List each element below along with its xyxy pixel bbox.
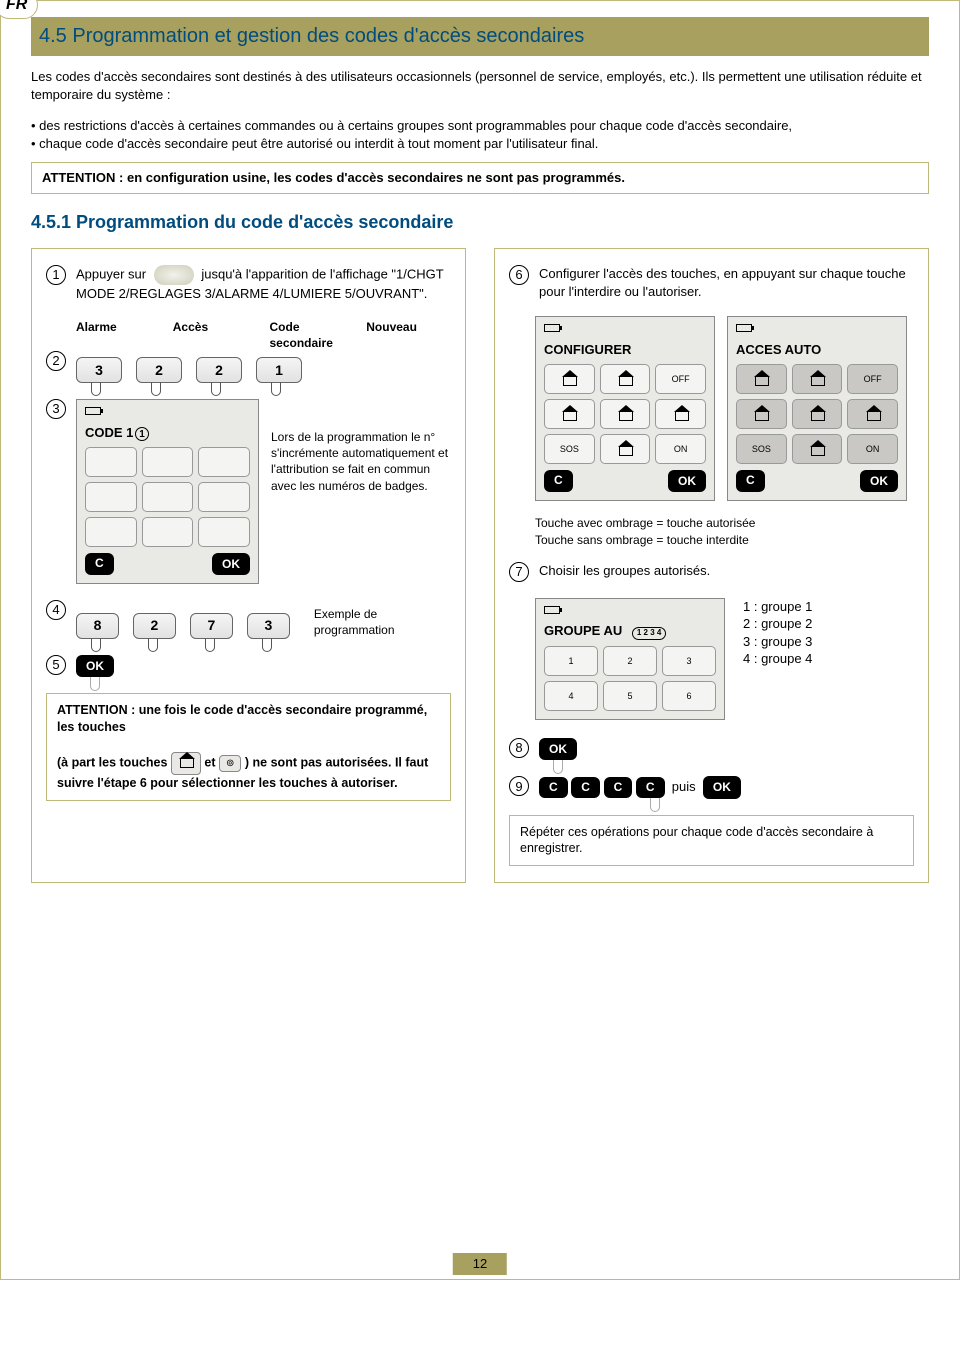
- section-title: 4.5 Programmation et gestion des codes d…: [31, 17, 929, 56]
- puis-label: puis: [672, 779, 696, 794]
- step3-note: Lors de la programmation le n° s'incréme…: [271, 429, 451, 494]
- battery-icon: [736, 324, 752, 332]
- lcd-acces-auto: ACCES AUTO OFF SOS ON C OK: [727, 316, 907, 501]
- battery-icon: [544, 324, 560, 332]
- c-button: C: [604, 777, 633, 797]
- house-q-icon: [171, 752, 201, 775]
- lcd-title: CODE 1 1: [85, 424, 250, 442]
- c-button: C: [539, 777, 568, 797]
- c-button: C: [571, 777, 600, 797]
- lcd-groupe: GROUPE AU 1 2 3 4 1 2 3 4 5 6: [535, 598, 725, 720]
- step-1: 1 Appuyer sur jusqu'à l'apparition de l'…: [46, 265, 451, 303]
- attention-box-usine: ATTENTION : en configuration usine, les …: [31, 162, 929, 194]
- keypad-key: 2: [133, 613, 176, 639]
- step7-text: Choisir les groupes autorisés.: [539, 562, 710, 582]
- lcd-c-button: C: [736, 470, 765, 492]
- step-number-5: 5: [46, 655, 66, 675]
- ok-button: OK: [76, 655, 114, 677]
- lcd-configurer: CONFIGURER OFF SOS ON C OK: [535, 316, 715, 501]
- intro-paragraph: Les codes d'accès secondaires sont desti…: [31, 68, 929, 103]
- step2-labels: Alarme Accès Code secondaire Nouveau: [76, 319, 451, 351]
- step1-text-a: Appuyer sur: [76, 266, 146, 281]
- step-9: 9 C C C C puis OK: [509, 776, 914, 798]
- step-2: 2 3 2 2 1: [46, 351, 451, 383]
- step-number-4: 4: [46, 600, 66, 620]
- sos-icon: ⊚: [219, 755, 241, 773]
- lcd-ok-button: OK: [212, 553, 250, 575]
- group-badge: 1 2 3 4: [632, 627, 666, 640]
- mode-button-illustration: [154, 265, 194, 285]
- shading-legend: Touche avec ombrage = touche autorisée T…: [535, 515, 914, 547]
- language-badge: FR: [0, 0, 38, 19]
- repeat-note-box: Répéter ces opérations pour chaque code …: [509, 815, 914, 867]
- step-3: 3 CODE 1 1 C: [46, 399, 451, 584]
- lcd-ok-button: OK: [668, 470, 706, 492]
- keypad-key: 7: [190, 613, 233, 639]
- step-number-3: 3: [46, 399, 66, 419]
- step-number-7: 7: [509, 562, 529, 582]
- keypad-key: 2: [136, 357, 182, 383]
- step-number-1: 1: [46, 265, 66, 285]
- battery-icon: [544, 606, 560, 614]
- step-5: 5 OK: [46, 655, 451, 677]
- step6-text: Configurer l'accès des touches, en appuy…: [539, 265, 914, 300]
- manual-page: FR 4.5 Programmation et gestion des code…: [0, 0, 960, 1280]
- keypad-key: 8: [76, 613, 119, 639]
- right-column: 6 Configurer l'accès des touches, en app…: [494, 248, 929, 883]
- step-number-9: 9: [509, 776, 529, 796]
- lcd-code1: CODE 1 1 C OK: [76, 399, 259, 584]
- ok-button: OK: [539, 738, 577, 760]
- ok-button: OK: [703, 776, 741, 798]
- step-8: 8 OK: [509, 738, 914, 760]
- subsection-heading: 4.5.1 Programmation du code d'accès seco…: [31, 210, 929, 234]
- intro-bullets: • des restrictions d'accès à certaines c…: [31, 117, 929, 152]
- group-legend: 1 : groupe 1 2 : groupe 2 3 : groupe 3 4…: [743, 598, 812, 668]
- page-number: 12: [453, 1253, 507, 1275]
- step-number-2: 2: [46, 351, 66, 371]
- step-number-6: 6: [509, 265, 529, 285]
- battery-icon: [85, 407, 101, 415]
- step-4: 4 8 2 7 3 Exemple de programmation: [46, 600, 451, 638]
- attention-box-step6: ATTENTION : une fois le code d'accès sec…: [46, 693, 451, 801]
- bullet-2: • chaque code d'accès secondaire peut êt…: [31, 135, 929, 153]
- c-button: C: [636, 777, 665, 797]
- left-column: 1 Appuyer sur jusqu'à l'apparition de l'…: [31, 248, 466, 883]
- bullet-1: • des restrictions d'accès à certaines c…: [31, 117, 929, 135]
- keypad-key: 3: [76, 357, 122, 383]
- step-7: 7 Choisir les groupes autorisés.: [509, 562, 914, 582]
- lcd-c-button: C: [85, 553, 114, 575]
- keypad-key: 3: [247, 613, 290, 639]
- lcd-c-button: C: [544, 470, 573, 492]
- lcd-ok-button: OK: [860, 470, 898, 492]
- step4-note: Exemple de programmation: [314, 606, 451, 638]
- step-number-8: 8: [509, 738, 529, 758]
- keypad-key: 2: [196, 357, 242, 383]
- keypad-key: 1: [256, 357, 302, 383]
- step-6: 6 Configurer l'accès des touches, en app…: [509, 265, 914, 300]
